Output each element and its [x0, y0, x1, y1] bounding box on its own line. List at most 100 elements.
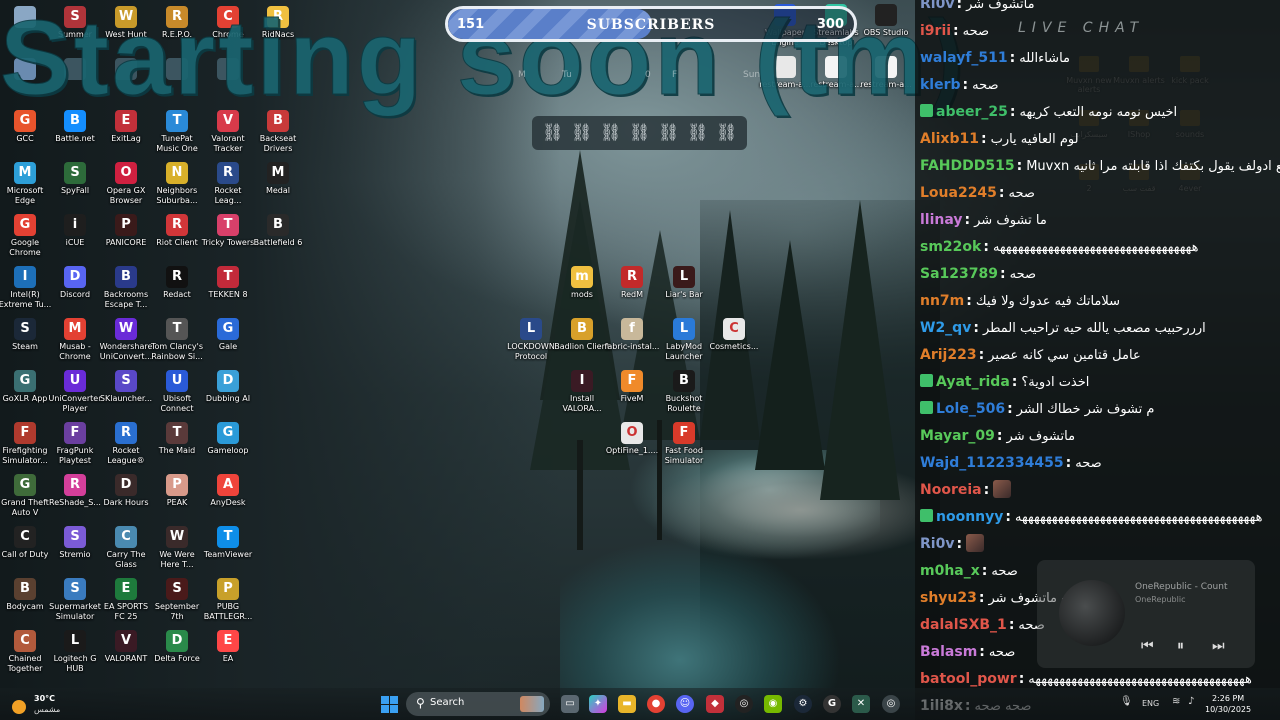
language-indicator[interactable]: ENG: [1142, 699, 1159, 708]
next-icon[interactable]: ⏭: [1212, 638, 1225, 654]
link-icon[interactable]: ⛓: [542, 122, 564, 144]
desktop-icon[interactable]: B Buckshot Roulette: [656, 370, 712, 414]
chat-username[interactable]: Mayar_09: [920, 428, 995, 444]
link-icon[interactable]: ⛓: [687, 122, 709, 144]
chat-username[interactable]: Alixb11: [920, 131, 979, 147]
link-icon[interactable]: ⛓: [600, 122, 622, 144]
desktop-icon[interactable]: C Cosmetics...: [706, 318, 762, 352]
desktop-icon[interactable]: T The Maid: [149, 422, 205, 456]
chat-username[interactable]: abeer_25: [936, 104, 1008, 120]
chat-username[interactable]: walayf_511: [920, 50, 1008, 66]
taskbar-clock[interactable]: 2:26 PM 10/30/2025: [1205, 693, 1251, 715]
desktop-icon[interactable]: M Medal: [250, 162, 306, 196]
chat-username[interactable]: Arij223: [920, 347, 977, 363]
desktop-icon[interactable]: S Supermarket Simulator: [47, 578, 103, 622]
taskbar-search[interactable]: ⚲ Search: [406, 692, 550, 716]
desktop-icon[interactable]: T TEKKEN 8: [200, 266, 256, 300]
link-icon[interactable]: ⛓: [658, 122, 680, 144]
desktop-icon[interactable]: D Dark Hours: [98, 474, 154, 508]
desktop-icon[interactable]: A AnyDesk: [200, 474, 256, 508]
desktop-icon[interactable]: G Grand Theft Auto V: [0, 474, 53, 518]
task-view-icon[interactable]: ▭: [561, 695, 579, 713]
desktop-icon[interactable]: C Carry The Glass: [98, 526, 154, 570]
steam-icon[interactable]: ⚙: [794, 695, 812, 713]
desktop-icon[interactable]: D Discord: [47, 266, 103, 300]
desktop-icon[interactable]: R Riot Client: [149, 214, 205, 248]
desktop-icon[interactable]: U Ubisoft Connect: [149, 370, 205, 414]
chat-username[interactable]: Nooreia: [920, 482, 982, 498]
desktop-icon[interactable]: B Bodycam: [0, 578, 53, 612]
ghub-icon[interactable]: G: [823, 695, 841, 713]
chat-username[interactable]: i9rii: [920, 23, 951, 39]
chat-username[interactable]: Sa123789: [920, 266, 998, 282]
desktop-icon[interactable]: F Fast Food Simulator: [656, 422, 712, 466]
nvidia-icon[interactable]: ◉: [764, 695, 782, 713]
desktop-icon[interactable]: R ReShade_S...: [47, 474, 103, 508]
chat-username[interactable]: batool_powr: [920, 671, 1017, 687]
chat-username[interactable]: FAHDDD515: [920, 158, 1015, 174]
chat-username[interactable]: Ri0v: [920, 0, 954, 12]
desktop-icon[interactable]: F Firefighting Simulator...: [0, 422, 53, 466]
chat-username[interactable]: nn7m: [920, 293, 964, 309]
desktop-icon[interactable]: L Logitech G HUB: [47, 630, 103, 674]
chat-username[interactable]: Wajd_1122334455: [920, 455, 1064, 471]
chat-username[interactable]: sm22ok: [920, 239, 981, 255]
chat-username[interactable]: W2_qv: [920, 320, 971, 336]
desktop-icon[interactable]: M Microsoft Edge: [0, 162, 53, 206]
desktop-icon[interactable]: I Install VALORA...: [554, 370, 610, 414]
desktop-icon[interactable]: S Stremio: [47, 526, 103, 560]
desktop-icon[interactable]: T Tricky Towers: [200, 214, 256, 248]
obs-icon[interactable]: ◎: [735, 695, 753, 713]
microphone-icon[interactable]: 🎙: [1120, 696, 1133, 707]
chrome-icon[interactable]: ●: [647, 695, 665, 713]
desktop-icon[interactable]: P PUBG BATTLEGR...: [200, 578, 256, 622]
chat-username[interactable]: Ayat_rida: [936, 374, 1010, 390]
desktop-icon[interactable]: L Liar's Bar: [656, 266, 712, 300]
wifi-icon[interactable]: ≋: [1172, 696, 1180, 707]
desktop-icon[interactable]: D Dubbing AI: [200, 370, 256, 404]
obs-icon[interactable]: ◎: [882, 695, 900, 713]
chat-username[interactable]: Balasm: [920, 644, 977, 660]
desktop-icon[interactable]: W Wondershare UniConvert...: [98, 318, 154, 362]
desktop-icon[interactable]: S SKlauncher...: [98, 370, 154, 404]
desktop-icon[interactable]: O OptiFine_1....: [604, 422, 660, 456]
desktop-icon[interactable]: C Call of Duty: [0, 526, 53, 560]
desktop-icon[interactable]: N Neighbors Suburba...: [149, 162, 205, 206]
copilot-icon[interactable]: ✦: [589, 695, 607, 713]
pause-icon[interactable]: ⏸: [1177, 638, 1184, 654]
desktop-icon[interactable]: P PANICORE: [98, 214, 154, 248]
xbox-icon[interactable]: ✕: [852, 695, 870, 713]
file-explorer-icon[interactable]: ▬: [618, 695, 636, 713]
exitlag-icon[interactable]: ◆: [706, 695, 724, 713]
chat-username[interactable]: shyu23: [920, 590, 977, 606]
desktop-icon[interactable]: W We Were Here T...: [149, 526, 205, 570]
desktop-icon[interactable]: G Gale: [200, 318, 256, 352]
desktop-icon[interactable]: S SpyFall: [47, 162, 103, 196]
desktop-icon[interactable]: R Rocket League®: [98, 422, 154, 466]
volume-icon[interactable]: ♪: [1188, 696, 1194, 707]
desktop-icon[interactable]: E EA: [200, 630, 256, 664]
desktop-icon[interactable]: G GoXLR App: [0, 370, 53, 404]
desktop-icon[interactable]: I Intel(R) Extreme Tu...: [0, 266, 53, 310]
chat-username[interactable]: noonnyy: [936, 509, 1003, 525]
desktop-icon[interactable]: D Delta Force: [149, 630, 205, 664]
desktop-icon[interactable]: B Backrooms Escape T...: [98, 266, 154, 310]
desktop-icon[interactable]: U UniConverter Player: [47, 370, 103, 414]
link-icon[interactable]: ⛓: [629, 122, 651, 144]
desktop-icon[interactable]: R RedM: [604, 266, 660, 300]
chat-username[interactable]: dalalSXB_1: [920, 617, 1007, 633]
desktop-icon[interactable]: R Rocket Leag...: [200, 162, 256, 206]
desktop-icon[interactable]: T Tom Clancy's Rainbow Si...: [149, 318, 205, 362]
desktop-icon[interactable]: G Google Chrome: [0, 214, 53, 258]
previous-icon[interactable]: ⏮: [1141, 638, 1154, 654]
desktop-icon[interactable]: L LabyMod Launcher: [656, 318, 712, 362]
chat-username[interactable]: klerb: [920, 77, 961, 93]
desktop-icon[interactable]: f fabric-instal...: [604, 318, 660, 352]
link-icon[interactable]: ⛓: [571, 122, 593, 144]
desktop-icon[interactable]: F FiveM: [604, 370, 660, 404]
chat-username[interactable]: llinay: [920, 212, 963, 228]
desktop-icon[interactable]: G Gameloop: [200, 422, 256, 456]
desktop-icon[interactable]: M Musab - Chrome: [47, 318, 103, 362]
desktop-icon[interactable]: P PEAK: [149, 474, 205, 508]
desktop-icon[interactable]: T TeamViewer: [200, 526, 256, 560]
